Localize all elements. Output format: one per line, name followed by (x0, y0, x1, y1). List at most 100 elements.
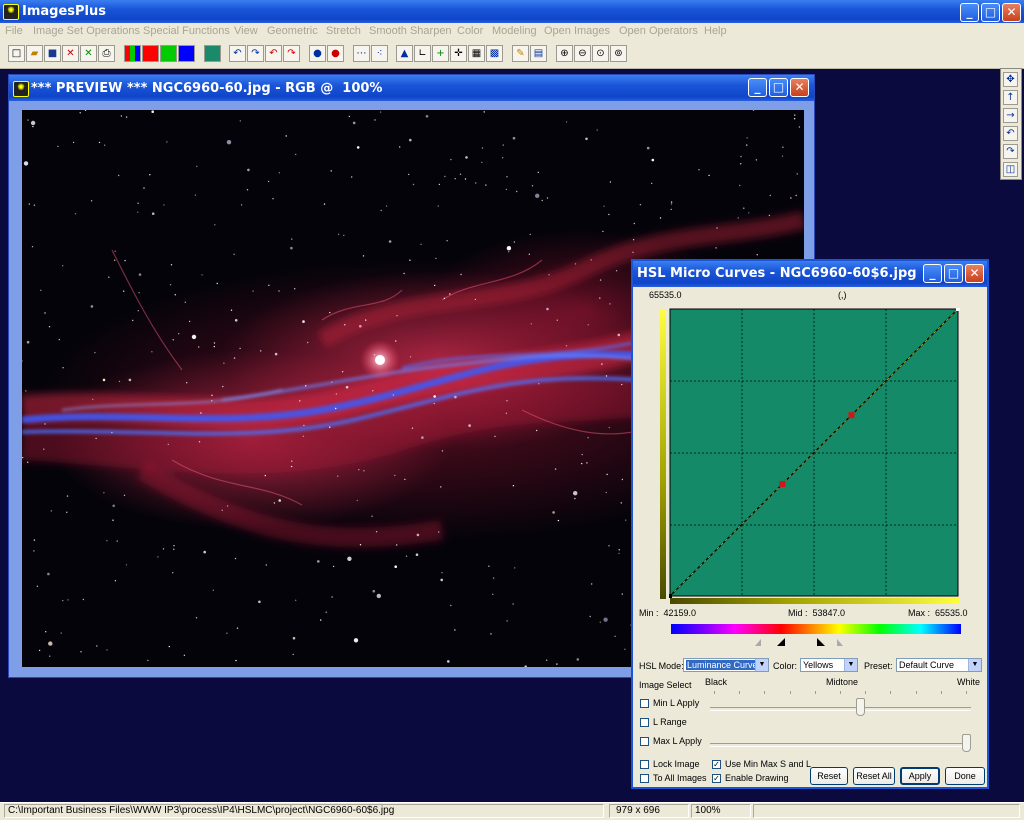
star (371, 515, 373, 517)
menu-modeling[interactable]: Modeling (492, 25, 537, 37)
close-all-icon[interactable]: ✕ (80, 45, 97, 62)
green-channel-icon[interactable] (160, 45, 177, 62)
max-l-slider-thumb[interactable] (962, 734, 971, 752)
save-icon[interactable]: ■ (44, 45, 61, 62)
star (211, 400, 213, 402)
maximize-button[interactable]: □ (981, 3, 1000, 22)
done-button[interactable]: Done (945, 767, 985, 785)
star (380, 209, 382, 212)
open-icon[interactable]: ▰ (26, 45, 43, 62)
min-l-slider-track[interactable] (710, 707, 971, 711)
hsl-minimize-button[interactable]: _ (923, 264, 942, 283)
star (394, 474, 396, 477)
close-button[interactable]: ✕ (1002, 3, 1021, 22)
blue-channel-icon[interactable] (178, 45, 195, 62)
pencil-icon[interactable]: ✎ (512, 45, 529, 62)
zoom-actual-icon[interactable]: ⊚ (610, 45, 627, 62)
star (537, 171, 539, 174)
reset-all-button[interactable]: Reset All (853, 767, 895, 785)
curve-icon[interactable]: ∟ (414, 45, 431, 62)
minimize-button[interactable]: _ (960, 3, 979, 22)
hsl-mode-select[interactable]: Luminance Curve ▼ (683, 658, 769, 672)
lock-image-checkbox[interactable] (640, 760, 649, 769)
star (450, 158, 452, 161)
plus-icon[interactable]: + (432, 45, 449, 62)
enable-drawing-checkbox[interactable]: ✓ (712, 774, 721, 783)
zoom-in-icon[interactable]: ⊕ (556, 45, 573, 62)
star (213, 342, 216, 344)
midtone-label: Midtone (826, 677, 859, 687)
image-icon[interactable]: ▩ (486, 45, 503, 62)
star (235, 659, 237, 662)
rotate-left-icon[interactable]: ↶ (1003, 126, 1018, 141)
curve-point[interactable] (779, 481, 786, 488)
redo-all-icon[interactable]: ↷ (283, 45, 300, 62)
arrow-up-icon[interactable]: ↑ (1003, 90, 1018, 105)
star (605, 375, 608, 377)
new-icon[interactable]: □ (8, 45, 25, 62)
mask-red-icon[interactable]: ● (327, 45, 344, 62)
min-l-apply-checkbox[interactable] (640, 699, 649, 708)
red-channel-icon[interactable] (142, 45, 159, 62)
zoom-fit-icon[interactable]: ⊙ (592, 45, 609, 62)
zoom-out-icon[interactable]: ⊖ (574, 45, 591, 62)
calculator-icon[interactable]: ▦ (468, 45, 485, 62)
preview-close-button[interactable]: ✕ (790, 78, 809, 97)
hsl-titlebar[interactable]: HSL Micro Curves - NGC6960-60$6.jpg _ □ … (633, 261, 987, 287)
print-icon[interactable]: ⎙ (98, 45, 115, 62)
table-icon[interactable]: ▤ (530, 45, 547, 62)
use-min-max-checkbox[interactable]: ✓ (712, 760, 721, 769)
curve-graph[interactable] (669, 308, 961, 598)
star (625, 519, 627, 521)
select-icon[interactable]: ⋯ (353, 45, 370, 62)
points-icon[interactable]: ⁖ (371, 45, 388, 62)
undo-icon[interactable]: ↶ (229, 45, 246, 62)
apply-button[interactable]: Apply (900, 767, 940, 785)
menu-open-operators[interactable]: Open Operators (619, 25, 698, 37)
close-image-icon[interactable]: ✕ (62, 45, 79, 62)
arrow-right-icon[interactable]: → (1003, 108, 1018, 123)
star (96, 645, 98, 647)
hue-range-markers[interactable] (671, 636, 961, 648)
mask-icon[interactable]: ● (309, 45, 326, 62)
redo-icon[interactable]: ↷ (247, 45, 264, 62)
menu-image-set-operations[interactable]: Image Set Operations (33, 25, 140, 37)
menu-open-images[interactable]: Open Images (544, 25, 610, 37)
crosshair-icon[interactable]: ✛ (450, 45, 467, 62)
preview-titlebar[interactable]: ✺ *** PREVIEW *** NGC6960-60.jpg - RGB @… (9, 75, 814, 101)
hsl-maximize-button[interactable]: □ (944, 264, 963, 283)
menu-special-functions[interactable]: Special Functions (143, 25, 230, 37)
l-range-checkbox[interactable] (640, 718, 649, 727)
histogram-icon[interactable]: ▲ (396, 45, 413, 62)
flip-icon[interactable]: ◫ (1003, 162, 1018, 177)
max-l-apply-checkbox[interactable] (640, 737, 649, 746)
min-l-slider-thumb[interactable] (856, 698, 866, 716)
menu-help[interactable]: Help (704, 25, 727, 37)
reset-button[interactable]: Reset (810, 767, 848, 785)
hsl-close-button[interactable]: ✕ (965, 264, 984, 283)
menu-file[interactable]: File (5, 25, 23, 37)
curve-point[interactable] (669, 594, 672, 598)
rgb-channels-icon[interactable] (124, 45, 141, 62)
star (603, 205, 605, 207)
grid-icon[interactable] (204, 45, 221, 62)
menu-smooth-sharpen[interactable]: Smooth Sharpen (369, 25, 452, 37)
star (454, 178, 456, 180)
move-icon[interactable]: ✥ (1003, 72, 1018, 87)
preview-maximize-button[interactable]: □ (769, 78, 788, 97)
to-all-images-checkbox[interactable] (640, 774, 649, 783)
undo-all-icon[interactable]: ↶ (265, 45, 282, 62)
menu-color[interactable]: Color (457, 25, 483, 37)
curve-point[interactable] (956, 308, 960, 311)
preview-minimize-button[interactable]: _ (748, 78, 767, 97)
menu-view[interactable]: View (234, 25, 258, 37)
star (512, 136, 516, 140)
max-l-slider-track[interactable] (710, 743, 971, 747)
rotate-right-icon[interactable]: ↷ (1003, 144, 1018, 159)
curve-point[interactable] (848, 412, 855, 419)
color-select[interactable]: Yellows ▼ (800, 658, 858, 672)
preset-select[interactable]: Default Curve ▼ (896, 658, 982, 672)
menu-stretch[interactable]: Stretch (326, 25, 361, 37)
star (292, 653, 294, 656)
menu-geometric[interactable]: Geometric (267, 25, 318, 37)
